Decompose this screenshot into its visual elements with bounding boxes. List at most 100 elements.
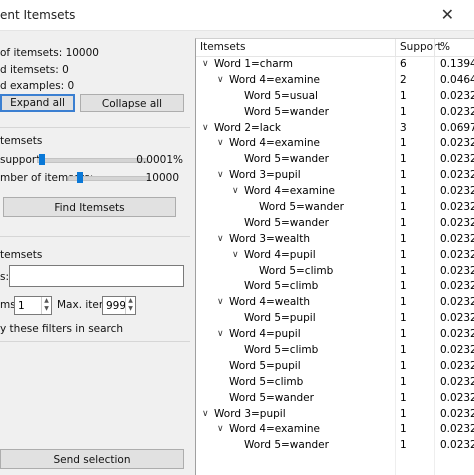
- window-title: ent Itemsets: [0, 8, 76, 22]
- percent-cell: 0.02323: [440, 137, 474, 150]
- itemset-label: Word 5=climb: [229, 375, 304, 388]
- table-row[interactable]: ∨ Word 3=pupil 1 0.02323: [196, 407, 474, 423]
- table-row[interactable]: Word 5=wander 1 0.02323: [196, 216, 474, 232]
- itemset-label: Word 3=wealth: [229, 232, 310, 245]
- stepper-arrows-icon[interactable]: ▲ ▼: [125, 297, 135, 314]
- table-row[interactable]: ∨ Word 2=lack 3 0.0697: [196, 121, 474, 137]
- table-row[interactable]: ∨ Word 4=examine 1 0.02323: [196, 422, 474, 438]
- table-row[interactable]: Word 5=wander 1 0.02323: [196, 391, 474, 407]
- contains-input[interactable]: [9, 265, 184, 287]
- max-itemsets-slider-handle[interactable]: [76, 172, 83, 183]
- table-row[interactable]: Word 5=wander 1 0.02323: [196, 105, 474, 121]
- table-row[interactable]: Word 5=wander 1 0.02323: [196, 200, 474, 216]
- support-cell: 1: [400, 105, 407, 118]
- min-items-value: 1: [18, 300, 25, 312]
- chevron-down-icon[interactable]: ∨: [232, 186, 239, 196]
- chevron-down-icon[interactable]: ∨: [217, 75, 224, 85]
- table-row[interactable]: ∨ Word 4=examine 1 0.02323: [196, 136, 474, 152]
- percent-cell: 0.02323: [440, 201, 474, 214]
- percent-cell: 0.02323: [440, 185, 474, 198]
- support-cell: 1: [400, 439, 407, 452]
- table-row[interactable]: Word 5=wander 1 0.02323: [196, 152, 474, 168]
- header-percent[interactable]: %: [440, 41, 450, 53]
- itemsets-tree[interactable]: Itemsets Support % ∨ Word 1=charm 6 0.1394 ∨…: [195, 38, 474, 475]
- min-support-value: 0.0001%: [136, 154, 183, 166]
- min-support-slider-handle[interactable]: [39, 154, 46, 165]
- apply-filters-label[interactable]: y these filters in search: [0, 323, 123, 335]
- table-row[interactable]: ∨ Word 4=examine 2 0.04647: [196, 73, 474, 89]
- itemset-label: Word 5=wander: [244, 216, 329, 229]
- support-cell: 1: [400, 312, 407, 325]
- table-row[interactable]: Word 5=climb 1 0.02323: [196, 375, 474, 391]
- percent-cell: 0.02323: [440, 105, 474, 118]
- find-section-title: temsets: [0, 135, 43, 147]
- table-row[interactable]: ∨ Word 3=pupil 1 0.02323: [196, 168, 474, 184]
- support-cell: 1: [400, 185, 407, 198]
- table-row[interactable]: Word 5=pupil 1 0.02323: [196, 359, 474, 375]
- itemset-label: Word 4=examine: [229, 423, 320, 436]
- table-row[interactable]: Word 5=wander 1 0.02323: [196, 438, 474, 454]
- collapse-all-button[interactable]: Collapse all: [80, 94, 184, 112]
- table-row[interactable]: ∨ Word 4=examine 1 0.02323: [196, 184, 474, 200]
- support-cell: 1: [400, 264, 407, 277]
- find-itemsets-button[interactable]: Find Itemsets: [3, 197, 176, 217]
- min-support-slider[interactable]: [37, 158, 148, 163]
- header-itemsets[interactable]: Itemsets: [200, 41, 245, 53]
- stepper-arrows-icon[interactable]: ▲ ▼: [41, 297, 51, 314]
- support-cell: 1: [400, 296, 407, 309]
- chevron-down-icon[interactable]: ∨: [202, 59, 209, 69]
- chevron-down-icon[interactable]: ∨: [202, 409, 209, 419]
- percent-cell: 0.02323: [440, 248, 474, 261]
- table-row[interactable]: Word 5=climb 1 0.02323: [196, 343, 474, 359]
- max-items-stepper[interactable]: 999 ▲ ▼: [102, 296, 136, 315]
- percent-cell: 0.02323: [440, 296, 474, 309]
- support-cell: 1: [400, 423, 407, 436]
- itemset-label: Word 5=climb: [244, 280, 319, 293]
- send-selection-button[interactable]: Send selection: [0, 449, 184, 469]
- chevron-down-icon[interactable]: ∨: [217, 170, 224, 180]
- max-itemsets-value: 10000: [145, 172, 179, 184]
- percent-cell: 0.1394: [440, 58, 474, 70]
- chevron-down-icon[interactable]: ∨: [217, 297, 224, 307]
- percent-cell: 0.02323: [440, 439, 474, 452]
- header-support[interactable]: Support: [400, 41, 442, 53]
- chevron-down-icon[interactable]: ∨: [217, 329, 224, 339]
- chevron-down-icon[interactable]: ∨: [217, 424, 224, 434]
- support-cell: 1: [400, 280, 407, 293]
- percent-cell: 0.02323: [440, 232, 474, 245]
- table-row[interactable]: ∨ Word 4=pupil 1 0.02323: [196, 327, 474, 343]
- divider: [0, 341, 190, 342]
- table-row[interactable]: Word 5=pupil 1 0.02323: [196, 311, 474, 327]
- support-cell: 1: [400, 391, 407, 404]
- itemset-label: Word 4=pupil: [229, 328, 301, 341]
- table-row[interactable]: Word 5=climb 1 0.02323: [196, 264, 474, 280]
- percent-cell: 0.02323: [440, 312, 474, 325]
- expand-all-button[interactable]: Expand all: [0, 94, 75, 112]
- chevron-down-icon[interactable]: ∨: [232, 250, 239, 260]
- header-separator: [395, 39, 396, 56]
- percent-cell: 0.02323: [440, 375, 474, 388]
- percent-cell: 0.0697: [440, 121, 474, 134]
- filter-section-title: temsets: [0, 249, 43, 261]
- table-row[interactable]: Word 5=climb 1 0.02323: [196, 279, 474, 295]
- support-cell: 1: [400, 248, 407, 261]
- table-row[interactable]: ∨ Word 4=pupil 1 0.02323: [196, 248, 474, 264]
- min-items-stepper[interactable]: 1 ▲ ▼: [14, 296, 52, 315]
- chevron-down-icon[interactable]: ∨: [217, 138, 224, 148]
- percent-cell: 0.02323: [440, 153, 474, 166]
- chevron-down-icon[interactable]: ∨: [217, 234, 224, 244]
- support-cell: 1: [400, 344, 407, 357]
- table-row[interactable]: Word 5=usual 1 0.02323: [196, 89, 474, 105]
- table-row[interactable]: ∨ Word 4=wealth 1 0.02323: [196, 295, 474, 311]
- support-cell: 1: [400, 216, 407, 229]
- grid-rows: ∨ Word 1=charm 6 0.1394 ∨ Word 4=examine 2 0.04…: [196, 57, 474, 454]
- chevron-down-icon[interactable]: ∨: [202, 123, 209, 133]
- percent-cell: 0.02323: [440, 169, 474, 182]
- close-icon[interactable]: ✕: [441, 5, 454, 25]
- itemset-label: Word 5=climb: [244, 344, 319, 357]
- table-row[interactable]: ∨ Word 3=wealth 1 0.02323: [196, 232, 474, 248]
- header-separator: [434, 39, 435, 56]
- table-row[interactable]: ∨ Word 1=charm 6 0.1394: [196, 57, 474, 73]
- support-cell: 6: [400, 58, 407, 70]
- itemset-label: Word 3=pupil: [229, 169, 301, 182]
